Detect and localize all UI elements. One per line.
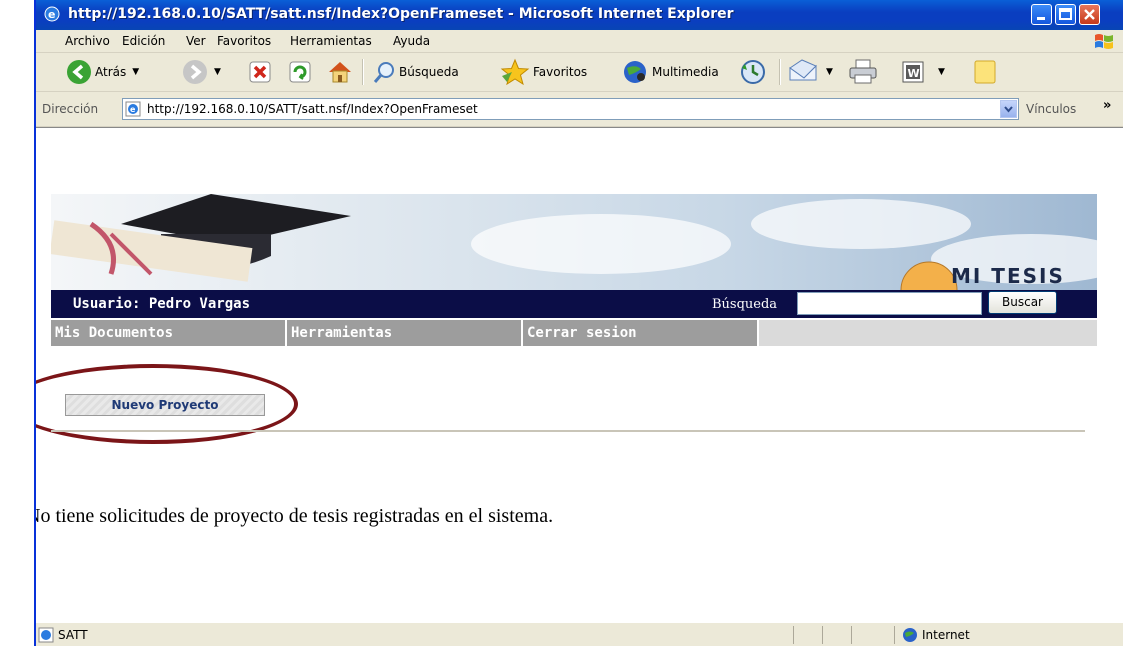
address-dropdown-button[interactable]	[1000, 100, 1017, 118]
history-button[interactable]	[739, 58, 767, 86]
media-label: Multimedia	[652, 65, 719, 79]
user-name: Usuario: Pedro Vargas	[73, 296, 251, 312]
links-chevron-icon[interactable]: »	[1103, 98, 1111, 113]
close-icon	[1084, 9, 1095, 20]
search-button[interactable]: Búsqueda	[372, 58, 459, 86]
back-arrow-icon	[67, 60, 91, 84]
menu-archivo[interactable]: Archivo	[65, 34, 110, 48]
home-icon	[329, 62, 351, 83]
svg-text:e: e	[130, 105, 136, 114]
printer-icon	[849, 59, 877, 84]
edit-button[interactable]: W ▼	[902, 58, 945, 86]
status-bar: SATT Internet	[36, 622, 1123, 646]
star-icon	[500, 58, 530, 86]
search-icon	[373, 62, 394, 83]
toolbar-separator	[779, 59, 781, 85]
highlight-oval	[36, 364, 298, 444]
maximize-button[interactable]	[1055, 4, 1076, 25]
mail-button[interactable]: ▼	[788, 58, 833, 86]
links-label[interactable]: Vínculos	[1026, 102, 1076, 116]
menu-favoritos[interactable]: Favoritos	[217, 34, 271, 48]
browser-window: e http://192.168.0.10/SATT/satt.nsf/Inde…	[34, 0, 1123, 646]
status-separator	[793, 626, 794, 644]
menu-bar: Archivo Edición Ver Favoritos Herramient…	[36, 30, 1123, 53]
back-dropdown-icon[interactable]: ▼	[132, 67, 139, 77]
media-button[interactable]: Multimedia	[621, 58, 719, 86]
mail-icon	[789, 59, 817, 81]
refresh-button[interactable]	[289, 58, 311, 86]
status-separator	[894, 626, 895, 644]
forward-button[interactable]: ▼	[182, 58, 221, 86]
page-search-input[interactable]	[797, 292, 982, 315]
status-text: SATT	[58, 628, 88, 642]
windows-logo-icon	[1095, 34, 1113, 49]
empty-message: No tiene solicitudes de proyecto de tesi…	[34, 505, 554, 527]
page-nav: Mis Documentos Herramientas Cerrar sesio…	[51, 320, 1097, 346]
menu-ver[interactable]: Ver	[186, 34, 206, 48]
stop-button[interactable]	[249, 58, 271, 86]
favorites-label: Favoritos	[533, 65, 588, 79]
toolbar: Atrás ▼ ▼ Búsqueda Favoritos Multimedia	[36, 53, 1123, 92]
back-button[interactable]: Atrás ▼	[66, 58, 139, 86]
favorites-button[interactable]: Favoritos	[500, 58, 587, 86]
home-button[interactable]	[326, 58, 354, 86]
note-icon	[974, 60, 996, 84]
maximize-icon	[1059, 8, 1072, 20]
discuss-button[interactable]	[973, 58, 997, 86]
back-label: Atrás	[95, 65, 127, 79]
mail-dropdown-icon[interactable]: ▼	[826, 67, 833, 77]
menu-herramientas[interactable]: Herramientas	[290, 34, 372, 48]
close-button[interactable]	[1079, 4, 1100, 25]
buscar-button[interactable]: Buscar	[988, 291, 1057, 314]
page-content: MI TESIS Usuario: Pedro Vargas Búsqueda …	[36, 127, 1123, 622]
stop-icon	[249, 61, 271, 83]
media-globe-icon	[624, 61, 646, 83]
forward-arrow-icon	[183, 60, 207, 84]
refresh-icon	[289, 61, 311, 83]
logo-sphere-icon	[900, 261, 958, 290]
edit-dropdown-icon[interactable]: ▼	[938, 67, 945, 77]
search-label: Búsqueda	[399, 65, 459, 79]
site-banner: MI TESIS	[51, 194, 1097, 290]
user-bar: Usuario: Pedro Vargas Búsqueda Buscar	[51, 290, 1097, 318]
toolbar-separator	[362, 59, 364, 85]
word-edit-icon: W	[902, 61, 924, 83]
globe-icon	[903, 628, 917, 642]
window-title: http://192.168.0.10/SATT/satt.nsf/Index?…	[68, 6, 734, 22]
chevron-down-icon	[1004, 106, 1013, 113]
nav-mis-documentos[interactable]: Mis Documentos	[51, 320, 287, 346]
address-url: http://192.168.0.10/SATT/satt.nsf/Index?…	[147, 102, 478, 116]
print-button[interactable]	[848, 58, 878, 86]
ie-icon: e	[44, 6, 60, 22]
graduation-cap-icon	[51, 194, 351, 282]
history-clock-icon	[741, 60, 765, 84]
address-label: Dirección	[42, 102, 99, 116]
security-zone: Internet	[922, 628, 970, 642]
nav-cerrar-sesion[interactable]: Cerrar sesion	[523, 320, 759, 346]
address-bar: Dirección e http://192.168.0.10/SATT/sat…	[36, 92, 1123, 127]
page-ie-icon	[38, 627, 54, 643]
address-input[interactable]: e http://192.168.0.10/SATT/satt.nsf/Inde…	[122, 98, 1019, 120]
svg-text:e: e	[48, 8, 55, 21]
menu-edicion[interactable]: Edición	[122, 34, 165, 48]
status-separator	[851, 626, 852, 644]
nav-herramientas[interactable]: Herramientas	[287, 320, 523, 346]
minimize-icon	[1037, 17, 1045, 20]
forward-dropdown-icon[interactable]: ▼	[214, 67, 221, 77]
svg-text:W: W	[908, 67, 920, 80]
divider	[51, 430, 1085, 432]
banner-title: MI TESIS	[951, 264, 1065, 288]
page-ie-icon: e	[125, 101, 141, 117]
menu-ayuda[interactable]: Ayuda	[393, 34, 430, 48]
page-search-label: Búsqueda	[712, 297, 778, 312]
minimize-button[interactable]	[1031, 4, 1052, 25]
status-separator	[822, 626, 823, 644]
title-bar: e http://192.168.0.10/SATT/satt.nsf/Inde…	[36, 0, 1123, 30]
